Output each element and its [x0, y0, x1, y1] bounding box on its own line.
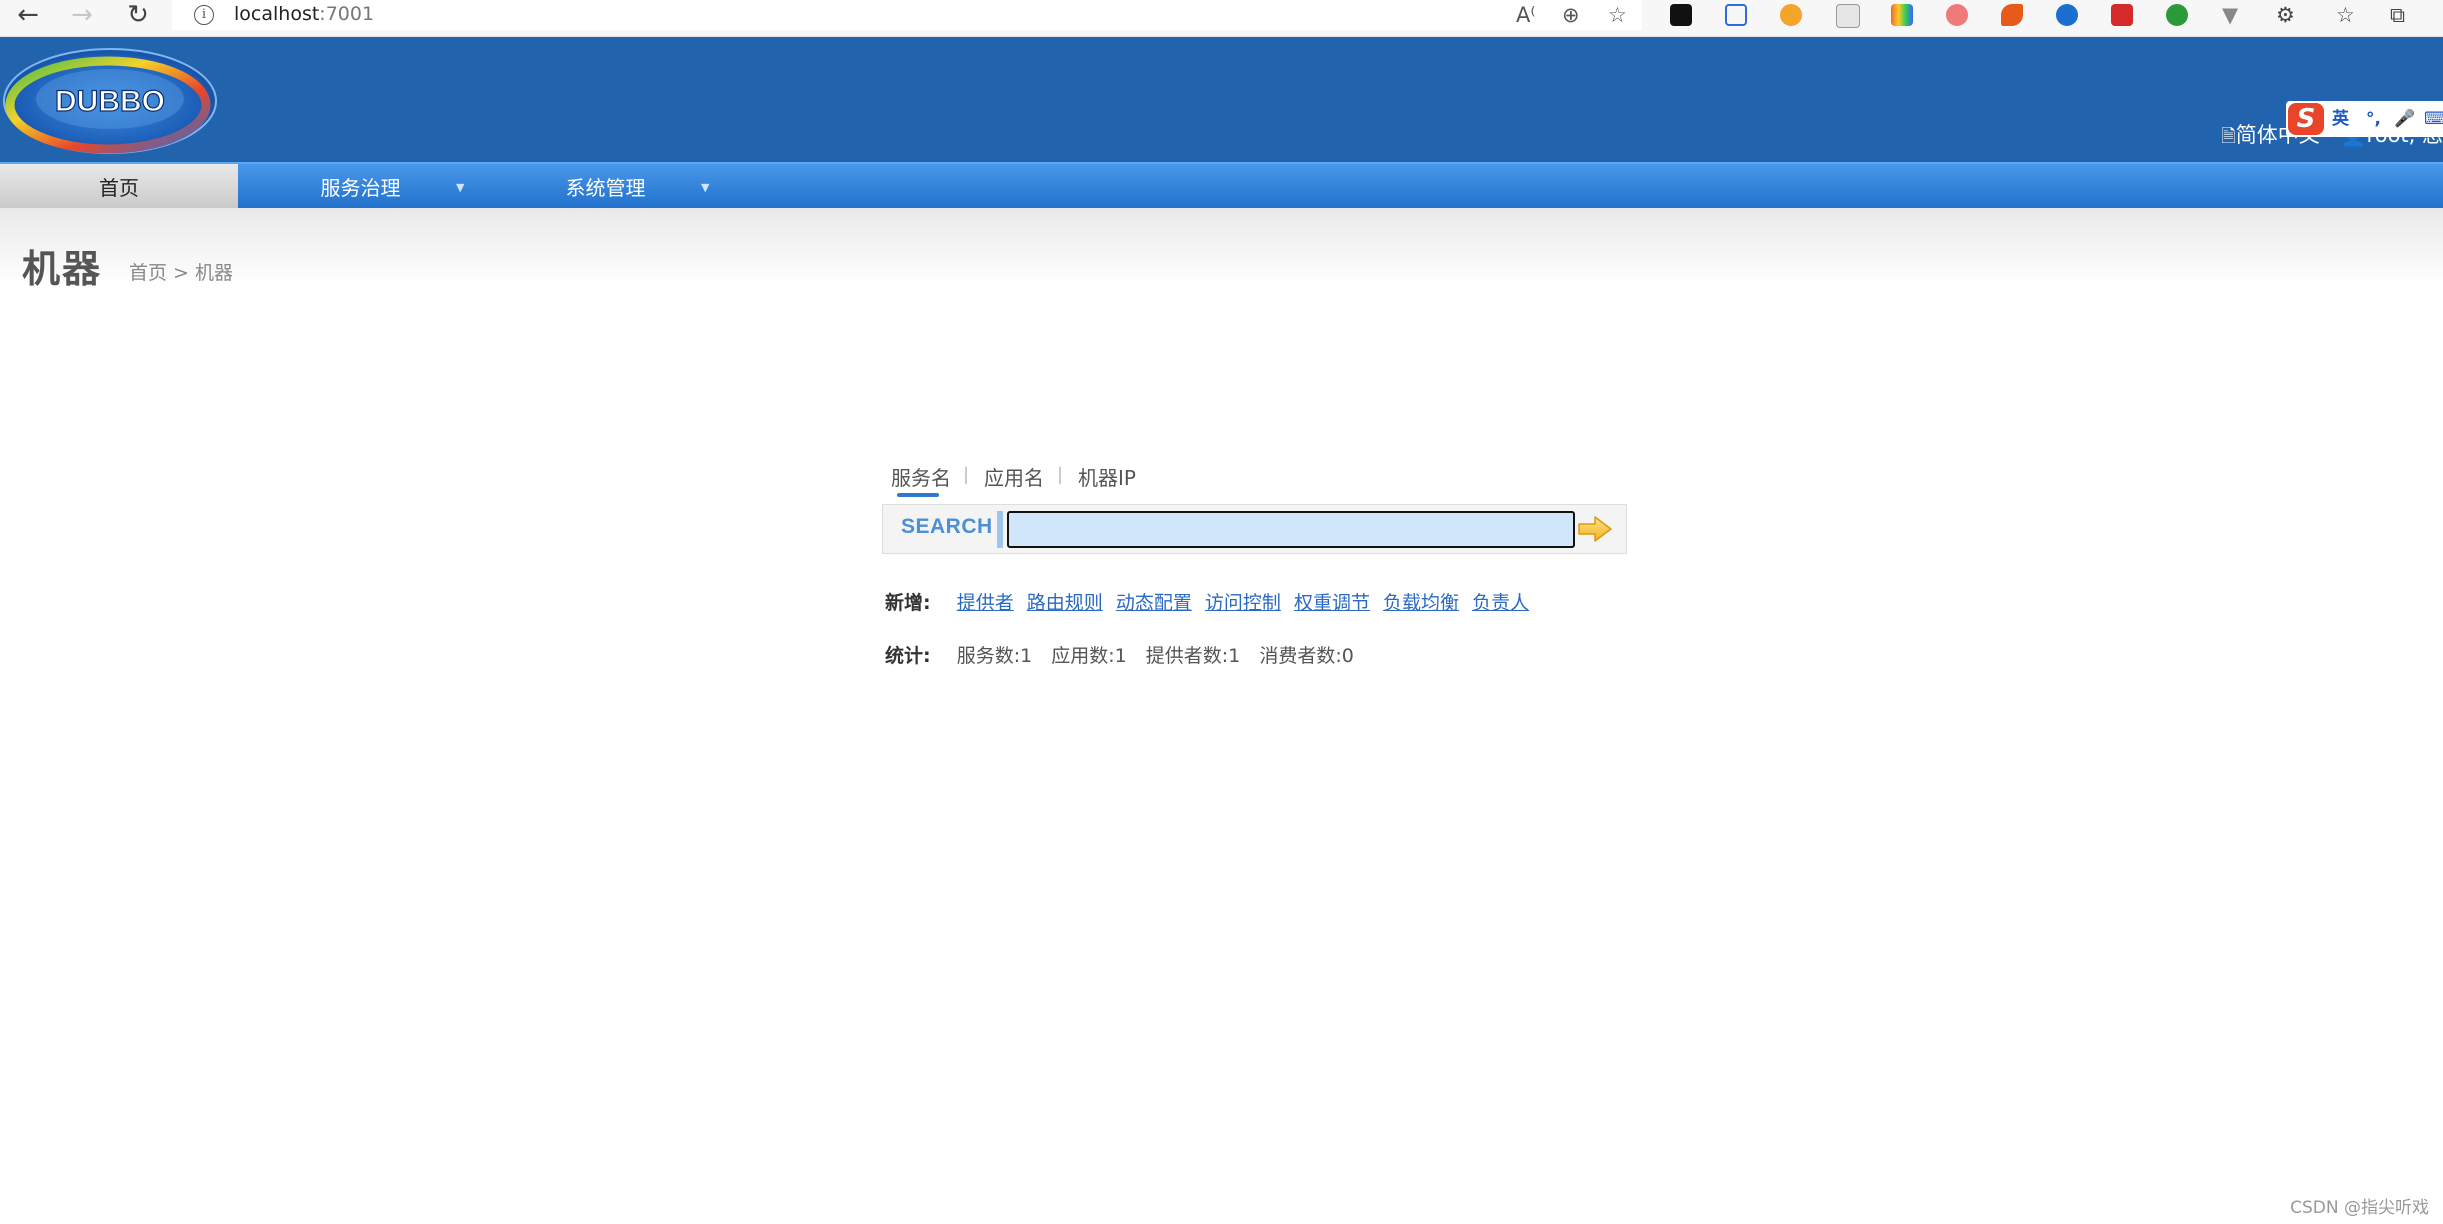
ime-logo-icon[interactable]: S [2288, 103, 2324, 135]
extension-icon[interactable] [1946, 4, 1968, 26]
tab-application-name[interactable]: 应用名 [984, 462, 1044, 491]
add-owner-link[interactable]: 负责人 [1472, 592, 1529, 614]
menu-system-management[interactable]: 系统管理 ▼ [483, 164, 728, 210]
microphone-icon[interactable]: 🎤 [2394, 101, 2415, 137]
add-load-balance-link[interactable]: 负载均衡 [1383, 592, 1459, 614]
add-links-row: 新增: 提供者 路由规则 动态配置 访问控制 权重调节 负载均衡 负责人 [885, 588, 1536, 615]
read-aloud-icon[interactable]: A⁽ [1516, 2, 1536, 28]
watermark: CSDN @指尖听戏 [2290, 1198, 2429, 1218]
extension-icon[interactable] [2111, 4, 2133, 26]
collections-icon[interactable]: ⧉ [2390, 1, 2405, 29]
extension-icon[interactable] [2166, 4, 2188, 26]
extension-icon[interactable] [1725, 4, 1747, 26]
search-input[interactable] [1007, 511, 1575, 548]
favorite-add-icon[interactable]: ☆ [1608, 2, 1627, 28]
app-header: DUBBO 🗎简体中文 👤root, 您 [0, 37, 2443, 162]
favorites-icon[interactable]: ☆ [2336, 1, 2355, 29]
address-url[interactable]: localhost:7001 [234, 3, 374, 25]
dropdown-arrow-icon: ▼ [701, 181, 710, 194]
add-dynamic-config-link[interactable]: 动态配置 [1116, 592, 1192, 614]
menu-service-governance[interactable]: 服务治理 ▼ [238, 164, 483, 210]
document-icon: 🗎 [2221, 126, 2236, 147]
main-menu: 首页 服务治理 ▼ 系统管理 ▼ [0, 162, 2443, 210]
stats-row: 统计: 服务数:1 应用数:1 提供者数:1 消费者数:0 [885, 641, 1367, 668]
keyboard-icon[interactable]: ⌨ [2424, 101, 2443, 137]
breadcrumb-current: 机器 [195, 262, 234, 284]
ime-language[interactable]: 英 [2332, 101, 2349, 137]
stat-providers: 提供者数:1 [1145, 645, 1241, 667]
extension-icon[interactable] [2001, 4, 2023, 26]
browser-toolbar: ← → ↻ i localhost:7001 A⁽ ⊕ ☆ ▼ ⚙ ☆ ⧉ [0, 0, 2443, 37]
extensions-puzzle-icon[interactable]: ⚙ [2276, 1, 2295, 29]
ime-toolbar[interactable]: S 英 °, 🎤 ⌨ [2286, 101, 2443, 137]
stat-applications: 应用数:1 [1051, 645, 1127, 667]
page-title-band: 机器 首页 > 机器 [0, 208, 2443, 291]
url-port: :7001 [319, 3, 375, 25]
add-label: 新增: [885, 592, 931, 614]
add-weight-link[interactable]: 权重调节 [1294, 592, 1370, 614]
stat-consumers: 消费者数:0 [1259, 645, 1354, 667]
tab-separator: | [1057, 464, 1064, 485]
menu-home[interactable]: 首页 [0, 164, 238, 210]
extension-icon[interactable] [1670, 4, 1692, 26]
add-route-rule-link[interactable]: 路由规则 [1027, 592, 1103, 614]
breadcrumb-home[interactable]: 首页 [129, 262, 167, 284]
dropdown-arrow-icon: ▼ [456, 181, 465, 194]
dubbo-logo[interactable]: DUBBO [2, 47, 218, 155]
breadcrumb: 首页 > 机器 [129, 258, 233, 285]
tab-machine-ip[interactable]: 机器IP [1078, 462, 1136, 491]
page-title: 机器 [22, 247, 103, 291]
extension-icon[interactable]: ▼ [2222, 1, 2238, 29]
url-host: localhost [234, 3, 320, 25]
back-icon[interactable]: ← [8, 0, 48, 30]
tab-service-name[interactable]: 服务名 [891, 462, 951, 491]
stats-label: 统计: [885, 645, 931, 667]
extension-icon[interactable] [2056, 4, 2078, 26]
menu-service-governance-label: 服务治理 [320, 176, 401, 200]
search-input-edge [997, 511, 1003, 548]
extension-icon[interactable] [1780, 4, 1802, 26]
add-access-control-link[interactable]: 访问控制 [1205, 592, 1281, 614]
menu-system-management-label: 系统管理 [565, 176, 646, 200]
active-tab-indicator [897, 493, 939, 497]
forward-icon[interactable]: → [62, 0, 102, 30]
zoom-icon[interactable]: ⊕ [1562, 2, 1580, 28]
tab-separator: | [963, 464, 970, 485]
search-label: SEARCH [901, 515, 993, 538]
search-arrow-icon[interactable] [1577, 515, 1613, 543]
extension-icon[interactable] [1836, 4, 1860, 28]
reload-icon[interactable]: ↻ [118, 0, 158, 30]
stat-services: 服务数:1 [956, 645, 1033, 667]
site-info-icon[interactable]: i [194, 5, 214, 25]
logo-text: DUBBO [55, 85, 165, 118]
menu-home-label: 首页 [99, 176, 139, 200]
address-bar[interactable]: i localhost:7001 A⁽ ⊕ ☆ [172, 0, 1642, 30]
add-provider-link[interactable]: 提供者 [957, 592, 1014, 614]
breadcrumb-separator: > [167, 262, 196, 284]
extension-icon[interactable] [1891, 4, 1913, 26]
ime-punctuation[interactable]: °, [2366, 101, 2381, 137]
search-bar: SEARCH [882, 504, 1627, 554]
